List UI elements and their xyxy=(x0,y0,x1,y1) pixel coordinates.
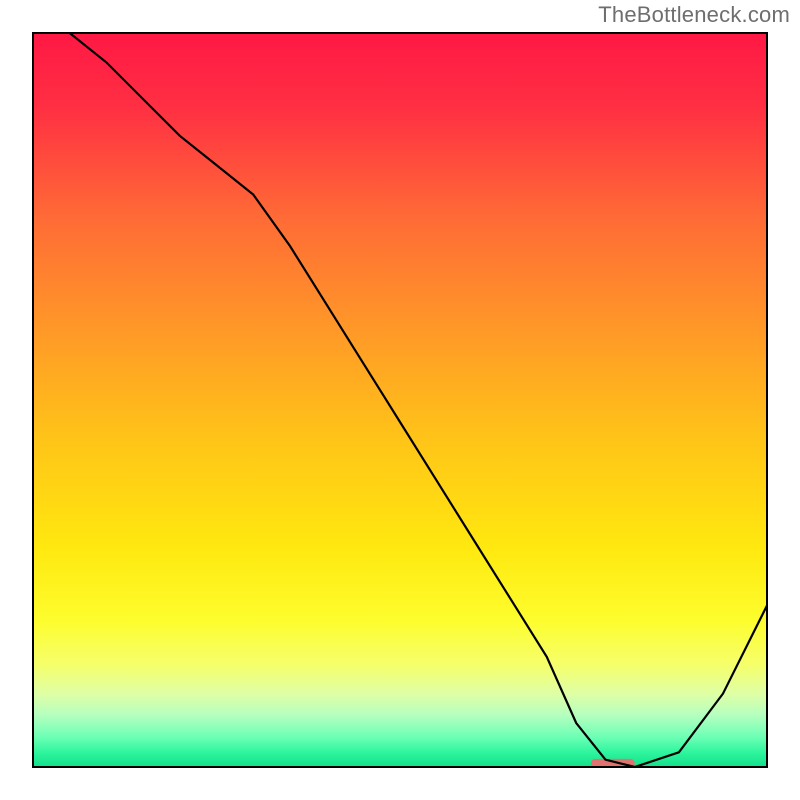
plot-background xyxy=(33,33,767,767)
chart-container: TheBottleneck.com xyxy=(0,0,800,800)
watermark-text: TheBottleneck.com xyxy=(598,2,790,28)
chart-svg xyxy=(0,0,800,800)
